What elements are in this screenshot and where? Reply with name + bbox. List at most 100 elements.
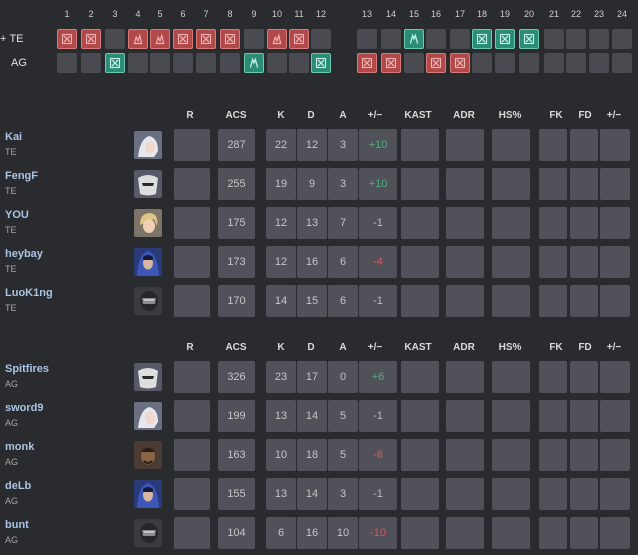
stat-k: 12 xyxy=(274,217,288,229)
round-cell-empty xyxy=(589,29,609,49)
column-header[interactable]: ADR xyxy=(444,110,484,121)
stat-a: 5 xyxy=(339,410,347,422)
stat-d: 9 xyxy=(308,178,316,190)
player-name[interactable]: Kai xyxy=(5,131,22,143)
round-number: 18 xyxy=(476,9,487,19)
stat-acs: 199 xyxy=(227,410,246,422)
round-cell xyxy=(519,29,539,49)
round-cell-empty xyxy=(220,53,240,73)
column-header[interactable]: ADR xyxy=(444,342,484,353)
stat-cell xyxy=(174,439,210,471)
player-name[interactable]: deLb xyxy=(5,480,31,492)
stat-cell xyxy=(570,129,598,161)
stat-cell xyxy=(539,246,567,278)
column-header[interactable]: +/− xyxy=(355,342,395,353)
stat-cell xyxy=(539,478,567,510)
column-header[interactable]: ACS xyxy=(216,110,256,121)
stat-cell xyxy=(539,285,567,317)
stat-d: 16 xyxy=(305,527,319,539)
stat-d: 15 xyxy=(305,295,319,307)
round-number: 10 xyxy=(271,9,282,19)
stat-k: 23 xyxy=(274,371,288,383)
stat-cell xyxy=(539,129,567,161)
stat-acs: 104 xyxy=(227,527,246,539)
player-name[interactable]: monk xyxy=(5,441,34,453)
player-name[interactable]: Spitfires xyxy=(5,363,49,375)
stat-cell xyxy=(174,246,210,278)
stat-k: 19 xyxy=(274,178,288,190)
stat-cell xyxy=(492,207,530,239)
round-cell-empty xyxy=(544,53,564,73)
stat-cell xyxy=(600,285,630,317)
stat-cell xyxy=(401,285,439,317)
stat-acs: 255 xyxy=(227,178,246,190)
round-cell-empty xyxy=(289,53,309,73)
stat-acs: 173 xyxy=(227,256,246,268)
round-cell-empty xyxy=(589,53,609,73)
column-header[interactable]: +/− xyxy=(594,110,634,121)
player-name[interactable]: FengF xyxy=(5,170,38,182)
round-cell xyxy=(220,29,240,49)
round-cell xyxy=(244,53,264,73)
player-team-tag: TE xyxy=(5,264,17,274)
round-cell-empty xyxy=(57,53,77,73)
round-cell-empty xyxy=(566,53,586,73)
round-cell-empty xyxy=(267,53,287,73)
round-cell xyxy=(150,29,170,49)
column-header[interactable]: +/− xyxy=(355,110,395,121)
agent-avatar-icon xyxy=(134,287,162,315)
stat-cell xyxy=(570,285,598,317)
round-cell-empty xyxy=(612,29,632,49)
stat-cell xyxy=(492,439,530,471)
player-name[interactable]: bunt xyxy=(5,519,29,531)
stat-a: 3 xyxy=(339,139,347,151)
round-number: 8 xyxy=(227,9,233,19)
column-header[interactable]: KAST xyxy=(398,110,438,121)
stat-d: 14 xyxy=(305,410,319,422)
stat-k: 10 xyxy=(274,449,288,461)
stat-cell xyxy=(446,207,484,239)
column-header[interactable]: +/− xyxy=(594,342,634,353)
stat-cell xyxy=(539,517,567,549)
stat-cell xyxy=(492,478,530,510)
player-team-tag: AG xyxy=(5,379,19,389)
column-header[interactable]: HS% xyxy=(490,110,530,121)
round-number: 5 xyxy=(157,9,163,19)
round-cell-empty xyxy=(196,53,216,73)
stat-cell xyxy=(492,517,530,549)
player-name[interactable]: heybay xyxy=(5,248,43,260)
stat-cell xyxy=(446,478,484,510)
stat-a: 10 xyxy=(336,527,350,539)
column-header[interactable]: KAST xyxy=(398,342,438,353)
round-cell xyxy=(472,29,492,49)
column-header[interactable]: ACS xyxy=(216,342,256,353)
round-cell-empty xyxy=(105,29,125,49)
round-cell-empty xyxy=(311,29,331,49)
round-cell-empty xyxy=(404,53,424,73)
column-header[interactable]: HS% xyxy=(490,342,530,353)
stat-cell xyxy=(492,400,530,432)
team-label-text: TE xyxy=(9,33,24,45)
stat-k: 22 xyxy=(274,139,288,151)
round-cell xyxy=(57,29,77,49)
stat-cell xyxy=(401,517,439,549)
round-cell xyxy=(196,29,216,49)
stat-pm: -8 xyxy=(373,449,383,461)
agent-avatar-icon xyxy=(134,209,162,237)
round-number: 12 xyxy=(315,9,326,19)
stat-cell xyxy=(446,361,484,393)
stat-cell xyxy=(600,400,630,432)
column-header[interactable]: R xyxy=(170,110,210,121)
round-number: 16 xyxy=(430,9,441,19)
round-number: 24 xyxy=(616,9,627,19)
stat-pm: -1 xyxy=(373,295,383,307)
player-team-tag: AG xyxy=(5,496,19,506)
stat-cell xyxy=(401,439,439,471)
player-name[interactable]: LuoK1ng xyxy=(5,287,53,299)
column-header[interactable]: R xyxy=(170,342,210,353)
player-name[interactable]: YOU xyxy=(5,209,29,221)
round-number: 1 xyxy=(64,9,70,19)
stat-d: 16 xyxy=(305,256,319,268)
player-name[interactable]: sword9 xyxy=(5,402,44,414)
stat-pm: -10 xyxy=(370,527,386,539)
